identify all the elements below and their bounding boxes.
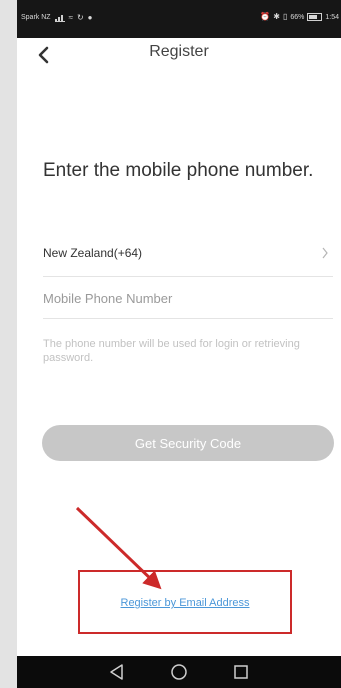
battery-icon (307, 13, 323, 21)
get-security-code-button[interactable]: Get Security Code (42, 425, 334, 461)
status-bar: Spark NZ ≈ ↻ ● ⏰ ✱ ▯ 66% 1:54 (17, 0, 341, 38)
headline: Enter the mobile phone number. (43, 160, 314, 181)
back-button[interactable] (35, 44, 53, 66)
country-label: New Zealand(+64) (43, 246, 143, 260)
recents-square-icon[interactable] (231, 662, 251, 682)
header: Register (17, 38, 341, 72)
notification-icon: ● (87, 12, 93, 22)
bluetooth-icon: ✱ (273, 12, 280, 21)
clock: 1:54 (325, 13, 339, 21)
hint-text: The phone number will be used for login … (43, 338, 300, 364)
home-circle-icon[interactable] (169, 662, 189, 682)
chevron-right-icon (322, 247, 328, 259)
signal-icon (54, 13, 65, 22)
sync-icon: ↻ (76, 12, 84, 22)
vibrate-icon: ▯ (282, 12, 288, 21)
navigation-bar (17, 656, 341, 688)
alarm-icon: ⏰ (260, 12, 271, 21)
carrier-label: Spark NZ (21, 14, 51, 21)
page-title: Register (149, 43, 209, 60)
battery-fill (309, 15, 317, 19)
chevron-left-icon (38, 46, 49, 64)
battery-percent: 66% (290, 13, 305, 21)
status-right: ⏰ ✱ ▯ 66% 1:54 (260, 13, 339, 21)
register-by-email-link[interactable]: Register by Email Address (78, 597, 292, 609)
country-selector[interactable]: New Zealand(+64) (43, 232, 333, 277)
wifi-icon: ≈ (68, 12, 73, 22)
phone-number-input[interactable] (43, 278, 333, 319)
phone-screen: Spark NZ ≈ ↻ ● ⏰ ✱ ▯ 66% 1:54 Register E… (17, 0, 341, 688)
back-triangle-icon[interactable] (107, 662, 127, 682)
status-left: Spark NZ ≈ ↻ ● (21, 13, 93, 22)
